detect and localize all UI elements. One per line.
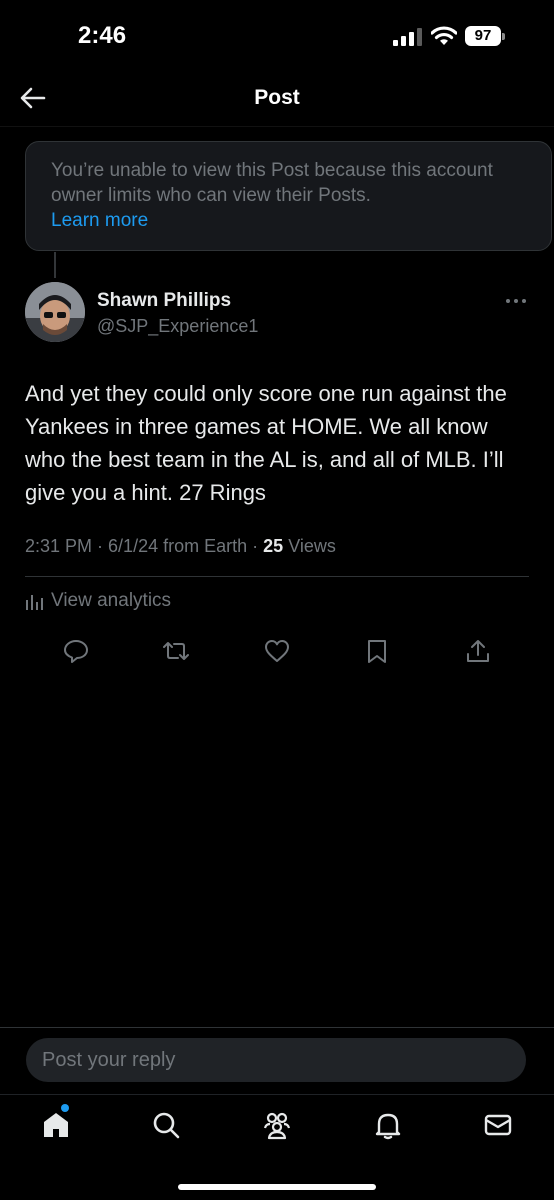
reply-input[interactable]: [26, 1038, 526, 1082]
communities-icon[interactable]: [262, 1110, 292, 1140]
header-divider: [0, 126, 554, 127]
wifi-icon: [431, 26, 457, 45]
unavailable-post-notice: You’re unable to view this Post because …: [25, 141, 552, 251]
views-count: 25: [263, 536, 284, 556]
analytics-icon: [26, 595, 43, 610]
avatar[interactable]: [25, 282, 85, 342]
home-icon[interactable]: [41, 1110, 71, 1140]
post-time: 2:31 PM: [25, 536, 93, 556]
page-title: Post: [254, 86, 300, 109]
tab-bar-divider: [0, 1094, 554, 1095]
post-text: And yet they could only score one run ag…: [25, 381, 507, 505]
messages-icon[interactable]: [483, 1110, 513, 1140]
share-icon[interactable]: [465, 638, 491, 664]
view-analytics-label: View analytics: [51, 590, 172, 611]
post-date: 6/1/24: [108, 536, 159, 556]
view-analytics-button[interactable]: View analytics: [25, 590, 171, 612]
bookmark-icon[interactable]: [364, 638, 390, 664]
like-icon[interactable]: [264, 638, 290, 664]
divider: [25, 576, 529, 577]
post-metadata: 2:31 PM · 6/1/24 from Earth · 25 Views: [25, 536, 336, 556]
more-options-icon[interactable]: [505, 298, 527, 304]
thread-connector: [54, 252, 56, 278]
views-label: Views: [288, 536, 336, 556]
search-icon[interactable]: [151, 1110, 181, 1140]
reply-icon[interactable]: [63, 638, 89, 664]
author-name[interactable]: Shawn Phillips: [97, 290, 231, 312]
notifications-icon[interactable]: [373, 1110, 403, 1140]
notification-dot: [61, 1104, 69, 1112]
battery-icon: 97: [465, 26, 507, 48]
author-handle[interactable]: @SJP_Experience1: [97, 316, 258, 337]
learn-more-link[interactable]: Learn more: [51, 210, 148, 231]
home-indicator[interactable]: [178, 1184, 376, 1190]
status-time: 2:46: [78, 22, 127, 49]
divider: [0, 1027, 554, 1028]
battery-level: 97: [465, 26, 501, 46]
repost-icon[interactable]: [163, 638, 189, 664]
cellular-signal-icon: [393, 28, 422, 46]
post-source: from Earth: [163, 536, 248, 556]
notice-text: You’re unable to view this Post because …: [51, 160, 493, 206]
